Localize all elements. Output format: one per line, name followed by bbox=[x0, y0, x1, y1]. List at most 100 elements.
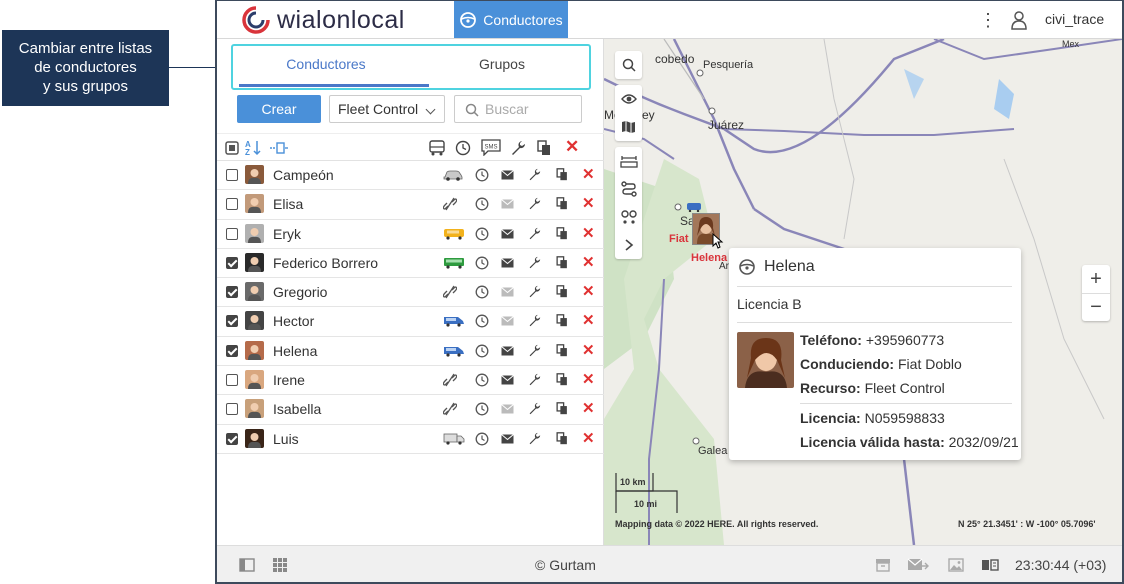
copy-column-icon[interactable] bbox=[537, 140, 551, 156]
unbind-icon[interactable] bbox=[442, 197, 458, 214]
copy-icon[interactable] bbox=[556, 168, 568, 184]
delete-icon[interactable]: ✕ bbox=[582, 341, 595, 359]
history-column-icon[interactable] bbox=[455, 140, 471, 156]
copy-icon[interactable] bbox=[556, 402, 568, 418]
vehicle-column-icon[interactable] bbox=[428, 140, 446, 156]
delete-icon[interactable]: ✕ bbox=[582, 282, 595, 300]
tab-drivers[interactable]: Conductores bbox=[237, 46, 415, 88]
driver-row[interactable]: Isabella ✕ bbox=[217, 395, 604, 425]
row-checkbox[interactable] bbox=[226, 374, 238, 387]
create-button[interactable]: Crear bbox=[237, 95, 321, 123]
message-icon[interactable] bbox=[501, 257, 514, 271]
row-checkbox[interactable] bbox=[226, 256, 238, 269]
apps-grid-icon[interactable] bbox=[273, 558, 287, 572]
vehicle-marker-icon[interactable] bbox=[686, 202, 702, 212]
sms-column-icon[interactable]: SMS bbox=[481, 139, 501, 156]
driver-name[interactable]: Federico Borrero bbox=[273, 255, 378, 271]
driver-row[interactable]: Luis ✕ bbox=[217, 425, 604, 454]
delete-icon[interactable]: ✕ bbox=[582, 311, 595, 329]
delete-icon[interactable]: ✕ bbox=[582, 253, 595, 271]
unbind-icon[interactable] bbox=[442, 373, 458, 390]
delete-icon[interactable]: ✕ bbox=[582, 429, 595, 447]
row-checkbox[interactable] bbox=[226, 403, 238, 416]
wrench-icon[interactable] bbox=[528, 373, 541, 389]
copy-icon[interactable] bbox=[556, 226, 568, 243]
delete-icon[interactable]: ✕ bbox=[582, 370, 595, 388]
bus-yellow-icon[interactable] bbox=[443, 228, 465, 243]
driver-row[interactable]: Eryk ✕ bbox=[217, 220, 604, 249]
copy-icon[interactable] bbox=[556, 256, 568, 272]
zoom-in-button[interactable]: + bbox=[1082, 265, 1110, 293]
driver-row[interactable]: Campeón ✕ bbox=[217, 161, 604, 191]
driver-name[interactable]: Helena bbox=[273, 343, 317, 359]
driver-name[interactable]: Campeón bbox=[273, 167, 334, 183]
message-icon[interactable] bbox=[501, 345, 514, 359]
copy-icon[interactable] bbox=[556, 373, 568, 389]
driver-row[interactable]: Irene ✕ bbox=[217, 366, 604, 396]
copy-icon[interactable] bbox=[556, 431, 568, 448]
delete-icon[interactable]: ✕ bbox=[582, 165, 595, 183]
delete-icon[interactable]: ✕ bbox=[582, 224, 595, 242]
filter-toggle-icon[interactable] bbox=[270, 142, 288, 154]
message-icon[interactable] bbox=[501, 374, 514, 388]
message-icon[interactable] bbox=[501, 198, 514, 212]
resource-select[interactable]: Fleet Control bbox=[329, 95, 445, 123]
car-icon[interactable] bbox=[443, 169, 463, 184]
delete-icon[interactable]: ✕ bbox=[582, 399, 595, 417]
truck-icon[interactable] bbox=[443, 433, 465, 448]
history-icon[interactable] bbox=[475, 314, 489, 331]
wrench-icon[interactable] bbox=[528, 197, 541, 213]
driver-row[interactable]: Helena ✕ bbox=[217, 337, 604, 367]
row-checkbox[interactable] bbox=[226, 432, 238, 445]
history-icon[interactable] bbox=[475, 197, 489, 214]
history-icon[interactable] bbox=[475, 227, 489, 244]
wrench-icon[interactable] bbox=[528, 314, 541, 330]
route-icon[interactable] bbox=[615, 175, 642, 203]
map-layers-icon[interactable] bbox=[615, 113, 642, 141]
row-checkbox[interactable] bbox=[226, 169, 238, 181]
driver-row[interactable]: Hector ✕ bbox=[217, 307, 604, 337]
archive-icon[interactable] bbox=[875, 558, 891, 572]
van-icon[interactable] bbox=[443, 345, 465, 360]
user-icon[interactable] bbox=[1010, 10, 1028, 30]
row-checkbox[interactable] bbox=[226, 286, 238, 299]
wialon-logo[interactable]: wialonlocal bbox=[241, 5, 405, 35]
van-icon[interactable] bbox=[443, 315, 465, 330]
row-checkbox[interactable] bbox=[226, 227, 238, 240]
driver-row[interactable]: Elisa ✕ bbox=[217, 190, 604, 220]
row-checkbox[interactable] bbox=[226, 344, 238, 357]
wrench-icon[interactable] bbox=[528, 402, 541, 418]
message-icon[interactable] bbox=[501, 403, 514, 417]
search-input[interactable]: Buscar bbox=[454, 95, 582, 123]
message-icon[interactable] bbox=[501, 228, 514, 242]
history-icon[interactable] bbox=[475, 256, 489, 273]
sort-az-icon[interactable]: A Z bbox=[244, 139, 262, 156]
eye-icon[interactable] bbox=[615, 85, 642, 113]
history-icon[interactable] bbox=[475, 344, 489, 361]
delete-column-icon[interactable]: ✕ bbox=[565, 137, 579, 157]
select-all-checkbox[interactable] bbox=[225, 141, 239, 155]
points-icon[interactable] bbox=[615, 203, 642, 231]
delete-icon[interactable]: ✕ bbox=[582, 194, 595, 212]
panel-toggle-icon[interactable] bbox=[239, 558, 255, 572]
driver-name[interactable]: Hector bbox=[273, 313, 314, 329]
driver-name[interactable]: Luis bbox=[273, 431, 299, 447]
tab-groups[interactable]: Grupos bbox=[413, 46, 591, 88]
driver-name[interactable]: Gregorio bbox=[273, 284, 327, 300]
history-icon[interactable] bbox=[475, 432, 489, 449]
more-menu-icon[interactable]: ⋮ bbox=[979, 10, 997, 31]
driver-row[interactable]: Federico Borrero ✕ bbox=[217, 249, 604, 279]
copy-icon[interactable] bbox=[556, 343, 568, 360]
driver-name[interactable]: Eryk bbox=[273, 226, 301, 242]
wrench-icon[interactable] bbox=[528, 227, 541, 243]
ruler-icon[interactable] bbox=[615, 147, 642, 175]
copy-icon[interactable] bbox=[556, 197, 568, 213]
history-icon[interactable] bbox=[475, 168, 489, 185]
driver-name[interactable]: Elisa bbox=[273, 196, 303, 212]
mail-forward-icon[interactable] bbox=[907, 558, 929, 572]
wrench-icon[interactable] bbox=[528, 256, 541, 272]
book-icon[interactable] bbox=[981, 558, 999, 572]
message-icon[interactable] bbox=[501, 286, 514, 300]
map-search-icon[interactable] bbox=[615, 51, 642, 79]
row-checkbox[interactable] bbox=[226, 198, 238, 211]
